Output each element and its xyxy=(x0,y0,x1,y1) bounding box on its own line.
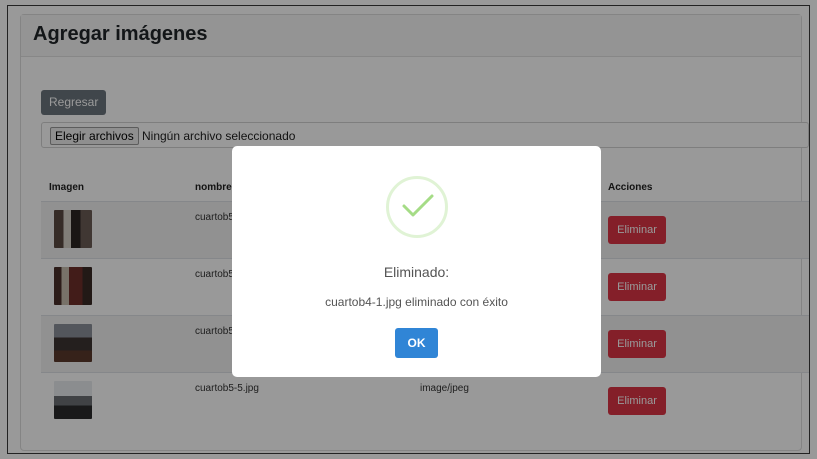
success-dialog: Eliminado: cuartob4-1.jpg eliminado con … xyxy=(232,146,601,377)
ok-button[interactable]: OK xyxy=(395,328,438,358)
success-check-icon xyxy=(386,176,448,238)
dialog-message: cuartob4-1.jpg eliminado con éxito xyxy=(325,295,508,309)
dialog-title: Eliminado: xyxy=(383,264,450,280)
